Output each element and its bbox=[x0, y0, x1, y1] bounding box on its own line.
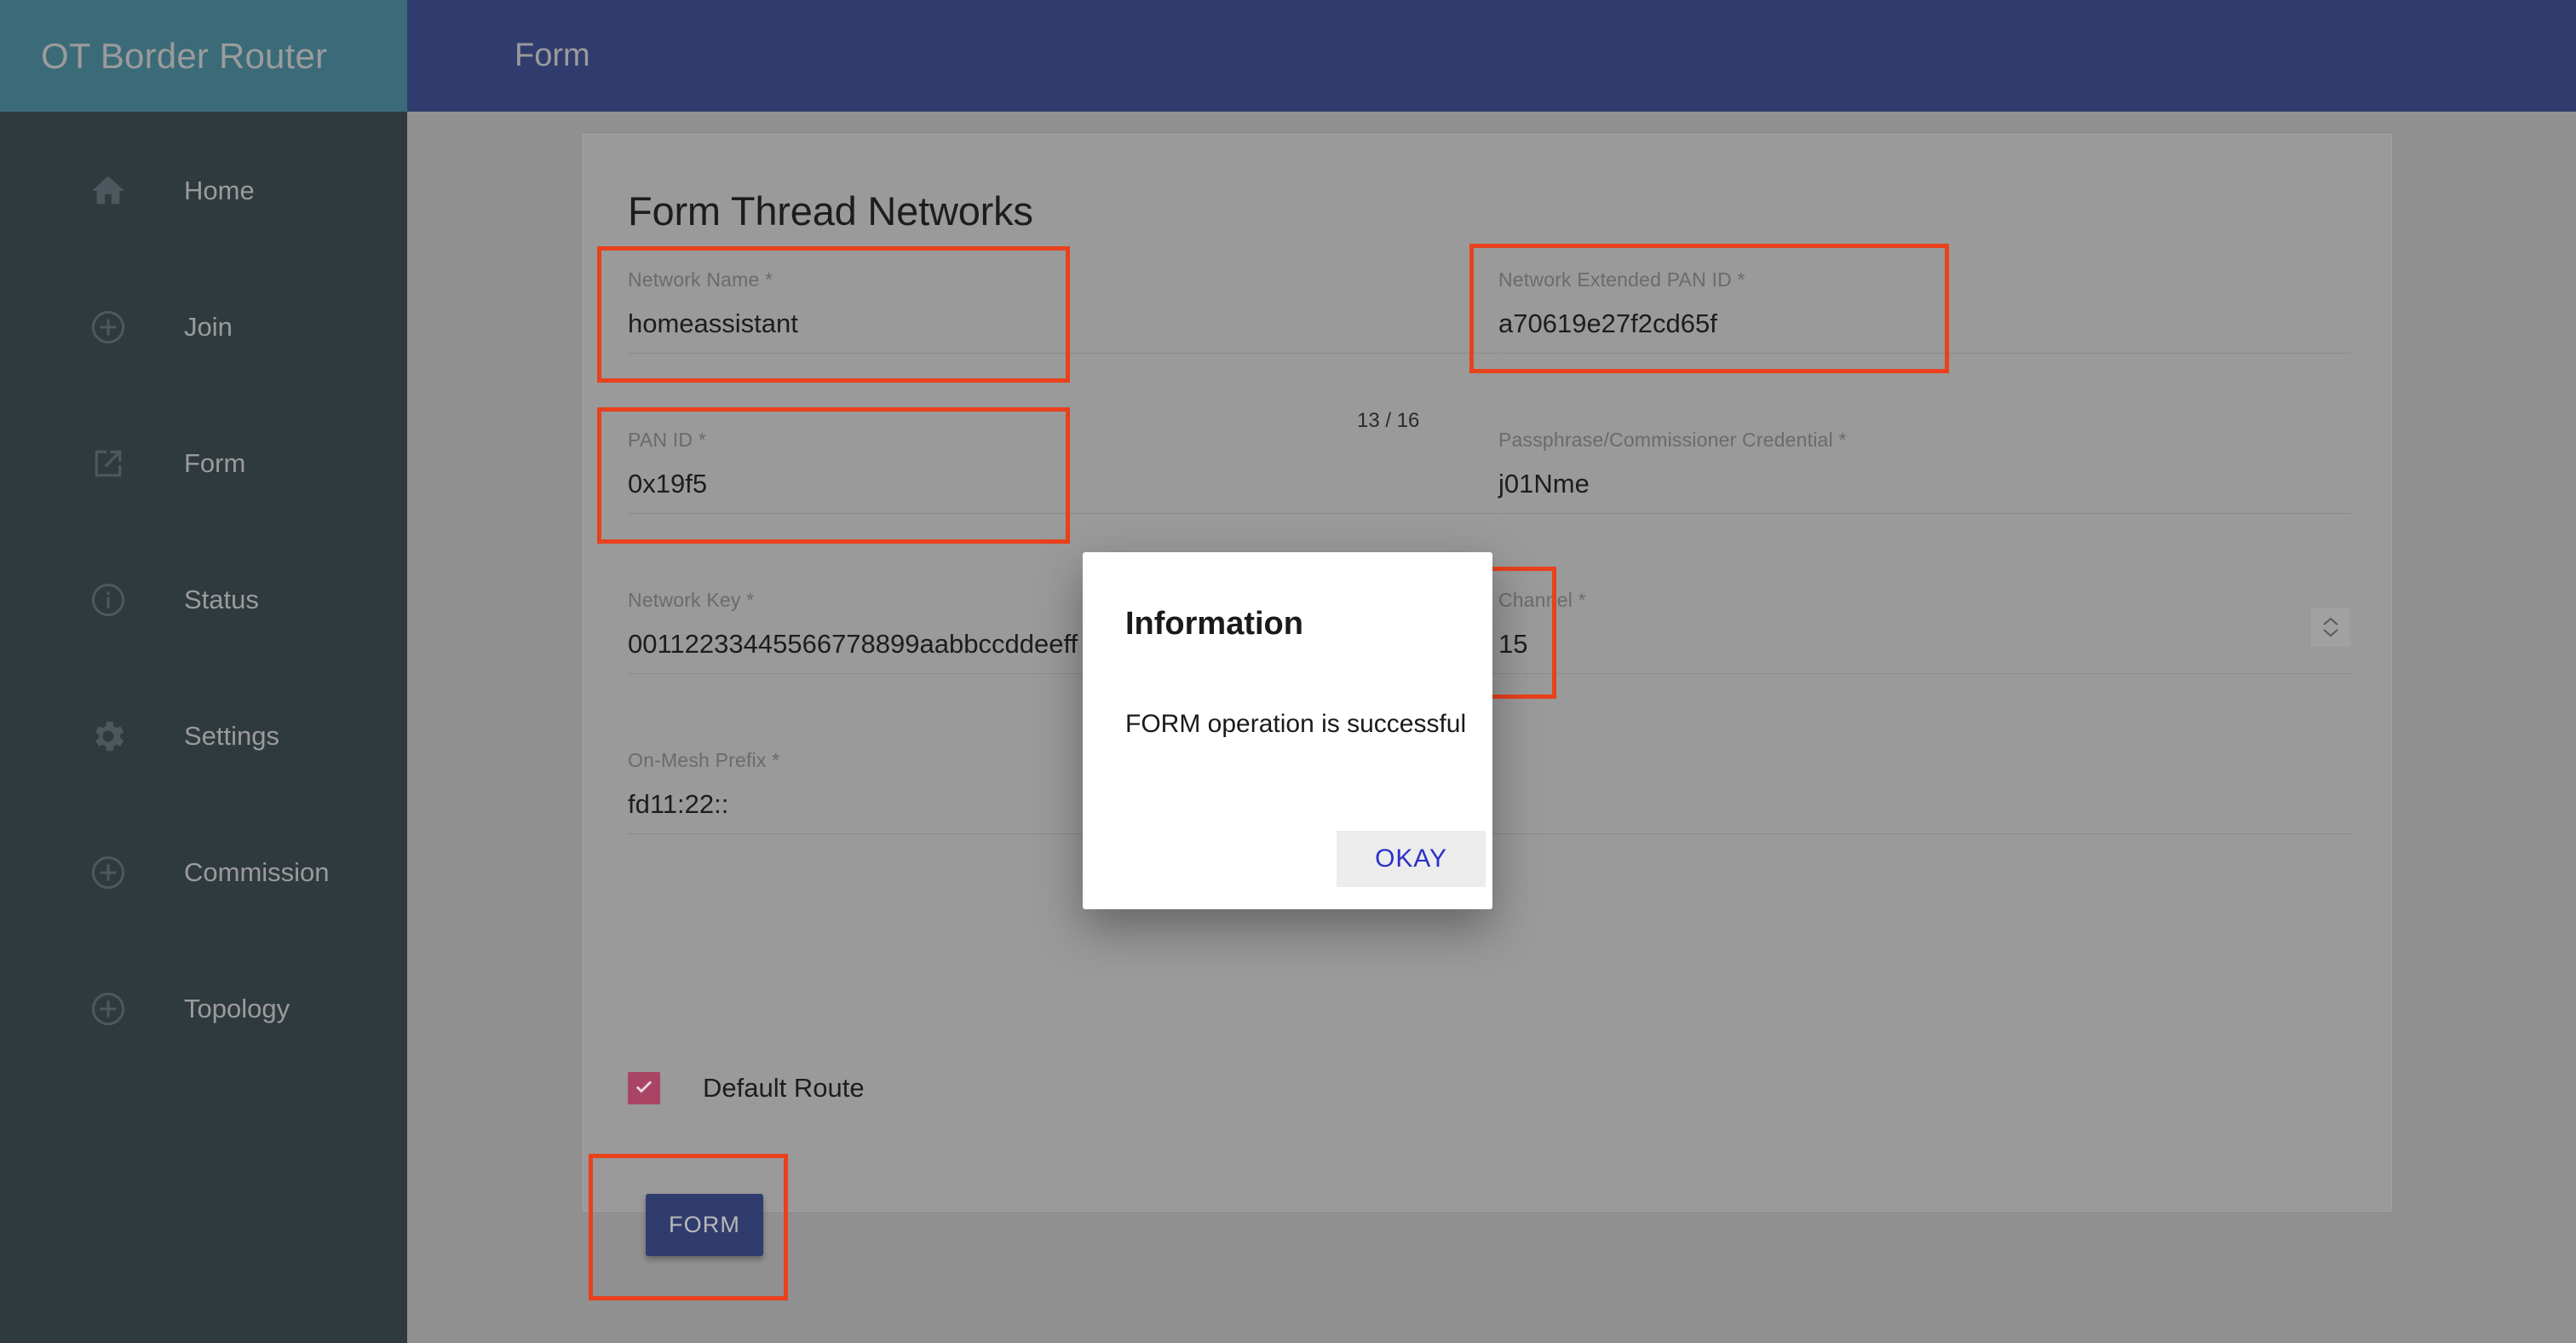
default-route-row[interactable]: Default Route bbox=[628, 1072, 865, 1104]
field-label-network-name: Network Name * bbox=[628, 268, 773, 291]
plus-circle-icon bbox=[89, 853, 128, 892]
page-title: Form bbox=[515, 37, 590, 73]
info-circle-icon bbox=[89, 580, 128, 620]
chevron-up-icon[interactable] bbox=[2321, 616, 2340, 627]
field-label-channel: Channel * bbox=[1498, 589, 1586, 611]
field-underline bbox=[1498, 513, 2350, 514]
dialog-okay-button[interactable]: OKAY bbox=[1337, 831, 1486, 887]
sidebar-nav: Home Join Form Status Settings Commissio… bbox=[0, 112, 407, 1035]
sidebar-item-status[interactable]: Status bbox=[0, 574, 407, 626]
home-icon bbox=[89, 171, 128, 210]
information-dialog: Information FORM operation is successful… bbox=[1083, 552, 1492, 909]
field-label-passphrase: Passphrase/Commissioner Credential * bbox=[1498, 429, 1847, 451]
sidebar-item-label-join: Join bbox=[184, 312, 233, 342]
gear-icon bbox=[89, 717, 128, 756]
field-underline bbox=[1498, 353, 2350, 354]
sidebar: OT Border Router Home Join Form Status S… bbox=[0, 0, 407, 1343]
sidebar-item-label-form: Form bbox=[184, 448, 246, 478]
field-value-channel: 15 bbox=[1498, 629, 1528, 659]
app-root: OT Border Router Home Join Form Status S… bbox=[0, 0, 2576, 1343]
field-value-network-name: homeassistant bbox=[628, 308, 798, 338]
sidebar-item-label-home: Home bbox=[184, 176, 255, 205]
top-app-bar: Form bbox=[407, 0, 2576, 112]
field-underline bbox=[628, 353, 1497, 354]
chevron-down-icon[interactable] bbox=[2321, 627, 2340, 638]
field-underline bbox=[1498, 673, 2350, 674]
sidebar-item-form[interactable]: Form bbox=[0, 437, 407, 490]
field-label-pan-id: PAN ID * bbox=[628, 429, 706, 451]
form-submit-button[interactable]: FORM bbox=[646, 1194, 763, 1256]
sidebar-item-topology[interactable]: Topology bbox=[0, 983, 407, 1035]
brand-title: OT Border Router bbox=[41, 35, 328, 76]
sidebar-item-label-topology: Topology bbox=[184, 994, 290, 1023]
field-underline bbox=[628, 513, 1497, 514]
sidebar-item-commission[interactable]: Commission bbox=[0, 846, 407, 899]
field-network-name[interactable]: Network Name * homeassistant bbox=[628, 268, 1497, 354]
field-channel[interactable]: Channel * 15 bbox=[1498, 589, 2350, 674]
field-value-network-extended-pan-id: a70619e27f2cd65f bbox=[1498, 308, 1717, 338]
dialog-title: Information bbox=[1125, 606, 1303, 642]
sidebar-brand[interactable]: OT Border Router bbox=[0, 0, 407, 112]
sidebar-item-settings[interactable]: Settings bbox=[0, 710, 407, 763]
sidebar-item-label-status: Status bbox=[184, 585, 259, 614]
open-in-new-icon bbox=[89, 444, 128, 483]
field-pan-id[interactable]: PAN ID * 0x19f5 bbox=[628, 429, 1497, 514]
field-passphrase[interactable]: Passphrase/Commissioner Credential * j01… bbox=[1498, 429, 2350, 514]
field-value-pan-id: 0x19f5 bbox=[628, 469, 708, 499]
plus-circle-icon bbox=[89, 989, 128, 1029]
default-route-label: Default Route bbox=[703, 1073, 865, 1103]
sidebar-item-join[interactable]: Join bbox=[0, 301, 407, 354]
field-value-passphrase: j01Nme bbox=[1498, 469, 1590, 499]
field-network-extended-pan-id[interactable]: Network Extended PAN ID * a70619e27f2cd6… bbox=[1498, 268, 2350, 354]
sidebar-item-home[interactable]: Home bbox=[0, 164, 407, 217]
channel-stepper[interactable] bbox=[2311, 608, 2350, 647]
card-heading: Form Thread Networks bbox=[628, 188, 1033, 233]
check-icon bbox=[633, 1075, 655, 1102]
field-label-network-extended-pan-id: Network Extended PAN ID * bbox=[1498, 268, 1745, 291]
sidebar-item-label-commission: Commission bbox=[184, 857, 330, 887]
plus-circle-icon bbox=[89, 308, 128, 347]
sidebar-item-label-settings: Settings bbox=[184, 721, 280, 751]
default-route-checkbox[interactable] bbox=[628, 1072, 660, 1104]
dialog-message: FORM operation is successful bbox=[1125, 710, 1467, 738]
